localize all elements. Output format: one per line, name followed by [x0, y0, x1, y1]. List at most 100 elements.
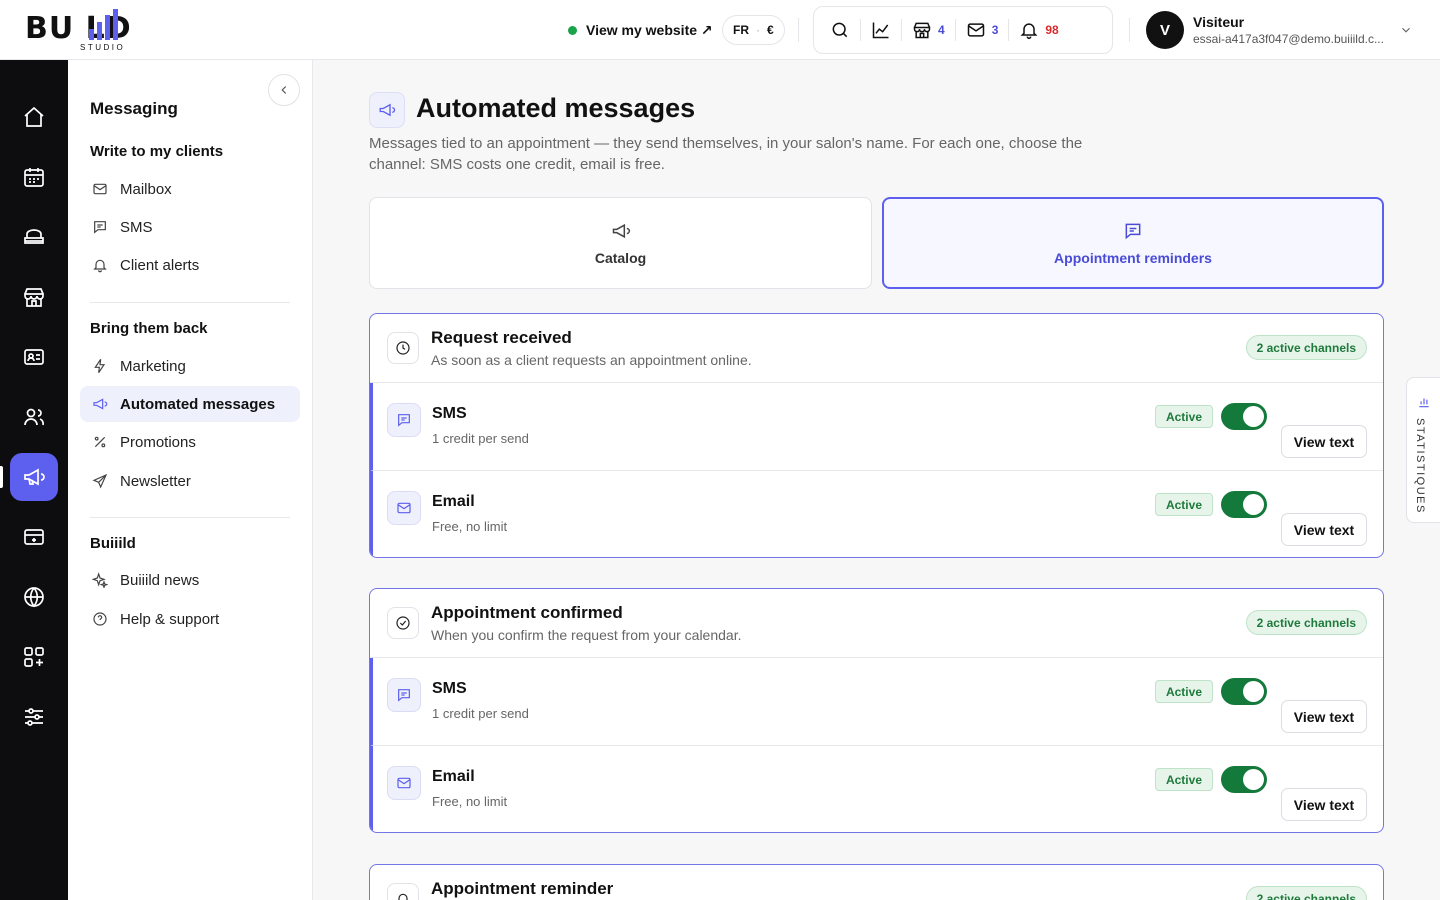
shop-icon — [913, 22, 931, 39]
tab-appointment-reminders[interactable]: Appointment reminders — [882, 197, 1384, 289]
channel-toggle[interactable] — [1221, 403, 1267, 430]
chevron-down-icon — [1402, 27, 1410, 33]
mail-icon — [967, 23, 984, 37]
active-channels-badge: 2 active channels — [1245, 610, 1367, 635]
bell-icon — [398, 893, 408, 900]
divider — [901, 19, 902, 41]
sidebar-item-label: Marketing — [120, 357, 186, 375]
card-title: Appointment confirmed — [431, 603, 623, 622]
card-icon — [387, 607, 419, 639]
quick-tools: 4 3 98 — [813, 6, 1113, 54]
sidebar-item-automated-messages[interactable]: Automated messages — [80, 386, 300, 422]
channel-toggle[interactable] — [1221, 491, 1267, 518]
sidebar-item-label: Automated messages — [120, 395, 276, 413]
sidebar-item-marketing[interactable]: Marketing — [80, 348, 300, 384]
sidebar-item-help-support[interactable]: Help & support — [80, 601, 300, 637]
rail-shop[interactable] — [10, 273, 58, 321]
status-badge: Active — [1154, 493, 1213, 516]
chart-line-icon — [872, 22, 889, 39]
rail-contacts[interactable] — [10, 333, 58, 381]
view-text-button[interactable]: View text — [1281, 788, 1367, 821]
channel-title: Email — [432, 493, 475, 510]
channel-subtitle: 1 credit per send — [432, 706, 529, 721]
megaphone-icon — [24, 468, 45, 486]
tab-catalog[interactable]: Catalog — [369, 197, 872, 289]
avatar: V — [1146, 11, 1184, 49]
rail-services[interactable] — [10, 213, 58, 261]
view-text-button[interactable]: View text — [1281, 513, 1367, 546]
rail-home[interactable] — [10, 93, 58, 141]
divider — [860, 19, 861, 41]
sidebar-item-newsletter[interactable]: Newsletter — [80, 463, 300, 499]
card-icon — [387, 883, 419, 900]
sidebar-item-label: Buiiild news — [120, 571, 200, 589]
sidebar-item-label: Help & support — [120, 610, 220, 628]
messaging-sidebar: Messaging Write to my clients Mailbox SM… — [68, 60, 313, 900]
megaphone-icon — [379, 103, 396, 117]
status-badge: Active — [1154, 768, 1213, 791]
channel-icon — [387, 403, 421, 437]
divider — [954, 19, 956, 41]
rail-website[interactable] — [10, 573, 58, 621]
language-currency-selector[interactable]: FR · € — [722, 15, 785, 45]
sidebar-item-label: Newsletter — [120, 472, 191, 490]
rail-payments[interactable] — [10, 513, 58, 561]
separator-dot: · — [756, 23, 760, 37]
channel-toggle[interactable] — [1221, 766, 1267, 793]
status-badge: Active — [1154, 680, 1213, 703]
card-title: Request received — [431, 328, 572, 347]
user-name: Visiteur — [1193, 14, 1245, 30]
notifications-button[interactable]: 98 — [1011, 12, 1066, 48]
mail-icon — [93, 183, 107, 195]
top-bar: BU LD STUDIO View my website ↗ FR · € 4 — [0, 0, 1440, 60]
page-description: Messages tied to an appointment — they s… — [369, 135, 1083, 173]
card-subtitle: When you confirm the request from your c… — [431, 627, 742, 643]
rail-clients[interactable] — [10, 393, 58, 441]
globe-icon — [24, 587, 44, 608]
search-button[interactable] — [822, 12, 858, 48]
sidebar-item-label: Client alerts — [120, 256, 200, 274]
megaphone-icon — [93, 398, 108, 410]
help-icon — [93, 612, 107, 626]
view-text-button[interactable]: View text — [1281, 700, 1367, 733]
sidebar-item-promotions[interactable]: Promotions — [80, 424, 300, 460]
channel-subtitle: Free, no limit — [432, 794, 508, 809]
view-website-label: View my website ↗ — [586, 21, 713, 38]
automation-card-appointment-confirmed: Appointment confirmed When you confirm t… — [369, 588, 1384, 833]
users-icon — [24, 408, 45, 426]
active-channels-badge: 2 active channels — [1245, 335, 1367, 360]
sidebar-group-label: Bring them back — [90, 320, 208, 337]
analytics-button[interactable] — [863, 12, 899, 48]
rail-settings[interactable] — [10, 693, 58, 741]
brand-logo[interactable]: BU LD STUDIO — [25, 8, 185, 52]
sidebar-item-sms[interactable]: SMS — [80, 209, 300, 245]
channel-toggle[interactable] — [1221, 678, 1267, 705]
view-website-link[interactable]: View my website ↗ — [568, 16, 713, 44]
view-text-button[interactable]: View text — [1281, 425, 1367, 458]
collapse-sidebar-button[interactable] — [268, 74, 300, 106]
sidebar-item-buiiild-news[interactable]: Buiiild news — [80, 562, 300, 598]
mail-button[interactable]: 3 — [958, 12, 1007, 48]
shop-count: 4 — [938, 23, 945, 37]
sidebar-item-label: Promotions — [120, 433, 196, 451]
channel-title: SMS — [432, 405, 467, 422]
sidebar-item-mailbox[interactable]: Mailbox — [80, 171, 300, 207]
rail-messaging[interactable] — [10, 453, 58, 501]
active-rail-marker — [0, 466, 3, 488]
sidebar-group-label: Write to my clients — [90, 143, 224, 160]
check-circle-icon — [396, 616, 410, 630]
active-channels-badge: 2 active channels — [1245, 886, 1367, 900]
rail-apps[interactable] — [10, 633, 58, 681]
shop-button[interactable]: 4 — [904, 12, 953, 48]
toggle-knob — [1243, 769, 1264, 790]
statistics-side-tab[interactable]: STATISTIQUES — [1406, 377, 1440, 523]
user-menu[interactable]: V Visiteur essai-a417a3f047@demo.buiiild… — [1146, 10, 1413, 50]
sidebar-item-client-alerts[interactable]: Client alerts — [80, 247, 300, 283]
tab-label: Catalog — [594, 249, 647, 266]
mail-count: 3 — [991, 23, 999, 37]
clock-icon — [396, 341, 410, 355]
main-content: Automated messages Messages tied to an a… — [313, 60, 1440, 900]
sidebar-title: Messaging — [90, 99, 178, 118]
channel-row-email: Email Free, no limit Active View text — [370, 470, 1383, 557]
rail-calendar[interactable] — [10, 153, 58, 201]
